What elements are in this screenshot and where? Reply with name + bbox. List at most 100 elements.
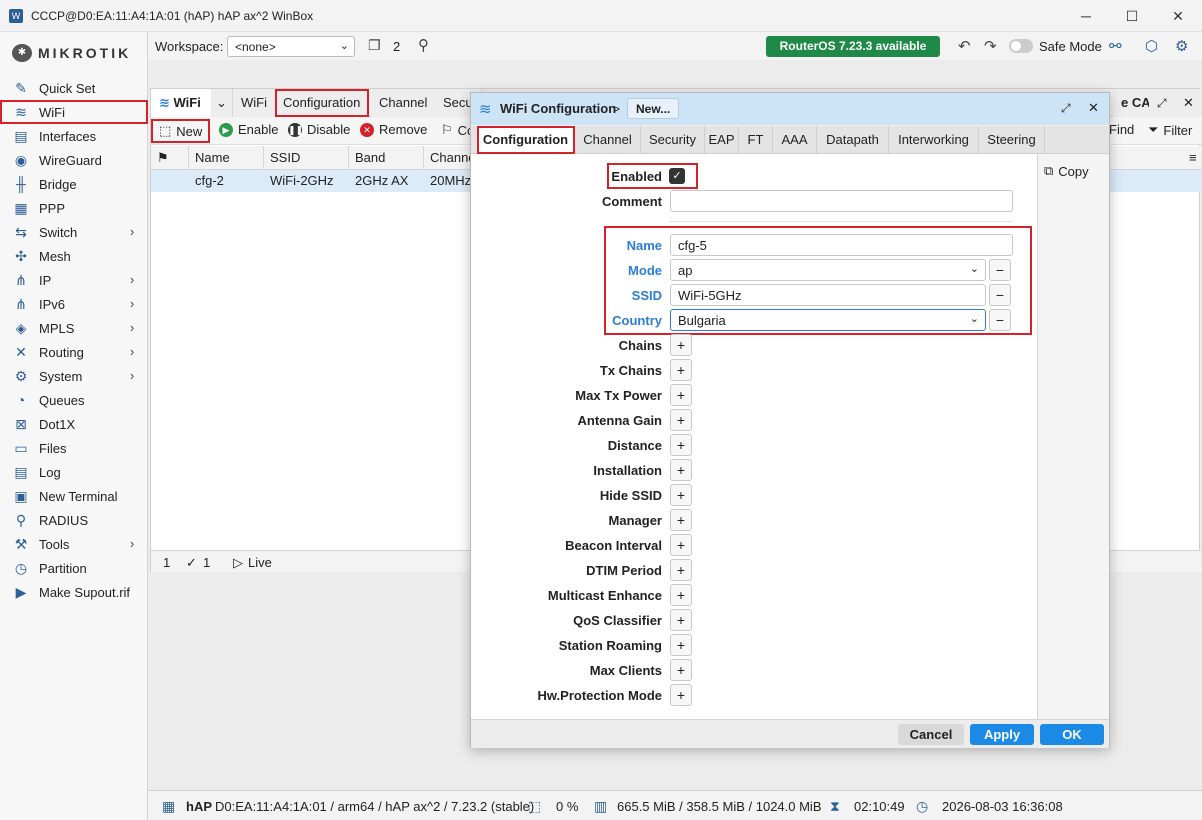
close-button[interactable]: ✕ (1166, 6, 1190, 26)
column-menu-icon[interactable]: ≡ (1183, 146, 1201, 170)
tab-eap[interactable]: EAP (705, 126, 739, 154)
tab-channel[interactable]: Channel (575, 126, 641, 154)
undo-icon[interactable]: ↶ (958, 37, 971, 55)
enable-button[interactable]: ▶ Enable (219, 122, 278, 137)
sidebar-item-new-terminal[interactable]: ▣ New Terminal (0, 484, 148, 508)
copy-button[interactable]: ⧉ Copy (1044, 160, 1106, 182)
add-max-tx-power-button[interactable]: + (670, 384, 692, 406)
add-hide-ssid-button[interactable]: + (670, 484, 692, 506)
sidebar-item-mpls[interactable]: ◈ MPLS › (0, 316, 148, 340)
sidebar-item-partition[interactable]: ◷ Partition (0, 556, 148, 580)
add-multicast-enhance-button[interactable]: + (670, 584, 692, 606)
tab-interworking[interactable]: Interworking (889, 126, 979, 154)
ssid-remove-button[interactable]: − (989, 284, 1011, 306)
tab-channel[interactable]: Channel (371, 89, 437, 117)
comment-label: Comment (602, 194, 662, 209)
add-dtim-period-button[interactable]: + (670, 559, 692, 581)
tab-wifi[interactable]: WiFi (233, 89, 276, 117)
add-manager-button[interactable]: + (670, 509, 692, 531)
sidebar-item-label: Routing (39, 345, 84, 360)
mode-select[interactable]: ap ⌄ (670, 259, 986, 281)
sidebar-item-bridge[interactable]: ╫ Bridge (0, 172, 148, 196)
apply-button[interactable]: Apply (970, 724, 1034, 745)
comment-field[interactable] (670, 190, 1013, 212)
sidebar-item-make-supout-rif[interactable]: ▶ Make Supout.rif (0, 580, 148, 604)
cancel-button[interactable]: Cancel (898, 724, 964, 745)
filter-button[interactable]: ⏷ Filter (1148, 122, 1192, 138)
sidebar-item-tools[interactable]: ⚒ Tools › (0, 532, 148, 556)
remove-button[interactable]: ✕ Remove (360, 122, 427, 137)
search-icon[interactable]: ⚲ (418, 36, 429, 54)
close-icon[interactable]: ✕ (1088, 100, 1099, 116)
sidebar-item-radius[interactable]: ⚲ RADIUS (0, 508, 148, 532)
add-max-clients-button[interactable]: + (670, 659, 692, 681)
sidebar-item-ip[interactable]: ⋔ IP › (0, 268, 148, 292)
sidebar-item-wifi[interactable]: ≋ WiFi (0, 100, 148, 124)
find-button[interactable]: Find (1109, 122, 1134, 137)
field-label-chains: Chains (618, 338, 662, 353)
enabled-checkbox[interactable]: ✓ (669, 168, 685, 184)
sidebar-item-mesh[interactable]: ✣ Mesh (0, 244, 148, 268)
tab-security[interactable]: Security (641, 126, 705, 154)
interfaces-icon: ▤ (14, 128, 28, 144)
sidebar-item-files[interactable]: ▭ Files (0, 436, 148, 460)
sidebar-item-log[interactable]: ▤ Log (0, 460, 148, 484)
sidebar-item-wireguard[interactable]: ◉ WireGuard (0, 148, 148, 172)
column-name[interactable]: Name (189, 146, 264, 170)
add-distance-button[interactable]: + (670, 434, 692, 456)
sidebar-item-quick-set[interactable]: ✎ Quick Set (0, 76, 148, 100)
restore-icon[interactable]: ⤢ (1149, 89, 1175, 117)
country-remove-button[interactable]: − (989, 309, 1011, 331)
cpu-icon: ⬚ (528, 798, 542, 814)
wireguard-icon: ◉ (14, 152, 28, 168)
connect-icon[interactable]: ⚯ (1109, 37, 1122, 55)
package-icon[interactable]: ⬡ (1145, 37, 1158, 55)
chevron-down-icon[interactable]: ⌄ (211, 89, 233, 117)
maximize-button[interactable]: ☐ (1120, 6, 1144, 26)
tab-aaa[interactable]: AAA (773, 126, 817, 154)
sidebar-item-ipv6[interactable]: ⋔ IPv6 › (0, 292, 148, 316)
datetime: 2026-08-03 16:36:08 (942, 799, 1063, 814)
sidebar-item-interfaces[interactable]: ▤ Interfaces (0, 124, 148, 148)
tab-ft[interactable]: FT (739, 126, 773, 154)
redo-icon[interactable]: ↷ (984, 37, 997, 55)
settings-gear-icon[interactable]: ⚙ (1175, 37, 1188, 55)
tab-steering[interactable]: Steering (979, 126, 1045, 154)
column-band[interactable]: Band (349, 146, 424, 170)
column-channel[interactable]: Channe (424, 146, 476, 170)
live-label[interactable]: Live (248, 555, 272, 570)
add-installation-button[interactable]: + (670, 459, 692, 481)
safe-mode-toggle[interactable] (1009, 39, 1033, 53)
sidebar-item-ppp[interactable]: ▦ PPP (0, 196, 148, 220)
sidebar-item-system[interactable]: ⚙ System › (0, 364, 148, 388)
ok-button[interactable]: OK (1040, 724, 1104, 745)
minimize-button[interactable]: ─ (1074, 6, 1098, 26)
name-field[interactable]: cfg-5 (670, 234, 1013, 256)
add-qos-classifier-button[interactable]: + (670, 609, 692, 631)
expand-icon[interactable]: ⤢ (1061, 101, 1071, 116)
add-chains-button[interactable]: + (670, 334, 692, 356)
add-tx-chains-button[interactable]: + (670, 359, 692, 381)
windows-icon[interactable]: ❐ (368, 37, 381, 54)
close-icon[interactable]: ✕ (1175, 89, 1201, 117)
country-select[interactable]: Bulgaria ⌄ (670, 309, 986, 331)
tab-datapath[interactable]: Datapath (817, 126, 889, 154)
new-button[interactable]: ⬚ New (151, 119, 211, 143)
sidebar-item-dot1x[interactable]: ⊠ Dot1X (0, 412, 148, 436)
workspace-select[interactable]: <none> ⌄ (227, 36, 355, 57)
disable-button[interactable]: ❚❚ Disable (288, 122, 350, 137)
sidebar-item-routing[interactable]: ✕ Routing › (0, 340, 148, 364)
mode-remove-button[interactable]: − (989, 259, 1011, 281)
tab-configuration[interactable]: Configuration (477, 126, 575, 154)
add-station-roaming-button[interactable]: + (670, 634, 692, 656)
sidebar-item-switch[interactable]: ⇆ Switch › (0, 220, 148, 244)
sidebar-item-queues[interactable]: ◔ Queues (0, 388, 148, 412)
tab-configuration[interactable]: Configuration (275, 89, 370, 117)
add-hw-protection-mode-button[interactable]: + (670, 684, 692, 706)
add-antenna-gain-button[interactable]: + (670, 409, 692, 431)
add-beacon-interval-button[interactable]: + (670, 534, 692, 556)
update-available-button[interactable]: RouterOS 7.23.3 available (766, 36, 940, 57)
ssid-field[interactable]: WiFi-5GHz (670, 284, 986, 306)
sidebar-item-label: Quick Set (39, 81, 96, 96)
column-ssid[interactable]: SSID (264, 146, 349, 170)
